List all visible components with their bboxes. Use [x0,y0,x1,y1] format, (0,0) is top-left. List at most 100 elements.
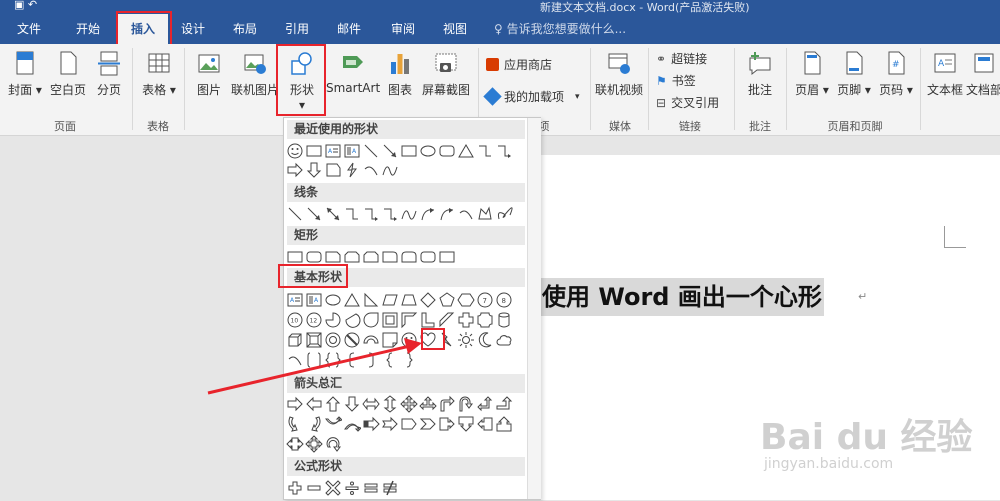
hyperlink-button[interactable]: ⚭ 超链接 [656,50,707,67]
tab-file[interactable]: 文件 [6,14,52,44]
teardrop-shape-icon[interactable] [362,311,380,329]
elbowarrow-shape-icon[interactable] [495,142,513,160]
arc-shape-icon[interactable] [362,161,380,179]
smiley-shape-icon[interactable] [400,331,418,349]
octagon-shape-icon[interactable]: 8 [495,291,513,309]
vtextbox-shape-icon[interactable]: A [343,142,361,160]
pentagon-shape-icon[interactable] [438,291,456,309]
trapezoid-shape-icon[interactable] [400,291,418,309]
can-shape-icon[interactable] [495,311,513,329]
moon-shape-icon[interactable] [476,331,494,349]
stripedright-shape-icon[interactable] [362,415,380,433]
curve-shape-icon[interactable] [400,205,418,223]
hexagon-shape-icon[interactable] [457,291,475,309]
oval-shape-icon[interactable] [324,291,342,309]
app-store-button[interactable]: 应用商店 [486,56,552,73]
tab-mailings[interactable]: 邮件 [326,14,372,44]
frame-shape-icon[interactable] [381,311,399,329]
plaque-shape-icon[interactable] [476,311,494,329]
oval-shape-icon[interactable] [419,142,437,160]
bracepair-shape-icon[interactable] [324,351,342,369]
cover-button[interactable]: 封面 ▾ [6,50,44,98]
curvedleft-shape-icon[interactable] [305,415,323,433]
leftuparrow-shape-icon[interactable] [476,395,494,413]
line-shape-icon[interactable] [286,205,304,223]
diamond-shape-icon[interactable] [419,291,437,309]
arc-shape-icon[interactable] [457,205,475,223]
tab-references[interactable]: 引用 [274,14,320,44]
triangle-shape-icon[interactable] [457,142,475,160]
flowdoc-shape-icon[interactable] [324,161,342,179]
online-picture-button[interactable]: 联机图片 [230,50,280,98]
blockarc-shape-icon[interactable] [362,331,380,349]
lightning-shape-icon[interactable] [343,161,361,179]
arc-shape-icon[interactable] [286,351,304,369]
tab-review[interactable]: 审阅 [380,14,426,44]
donut-shape-icon[interactable] [324,331,342,349]
leftbracket-shape-icon[interactable] [343,351,361,369]
my-addins-button[interactable]: 我的加载项 ▾ [483,87,580,106]
notchedright-shape-icon[interactable] [381,415,399,433]
comment-button[interactable]: 批注 [740,50,780,98]
downarrow-shape-icon[interactable] [305,161,323,179]
document-heading-text[interactable]: 使用 Word 画出一个心形 [540,278,824,316]
dropdown-scrollbar[interactable] [527,118,541,499]
page-number-button[interactable]: # 页码 ▾ [876,50,916,98]
pentagonarrow-shape-icon[interactable] [400,415,418,433]
bentarrow-shape-icon[interactable] [438,395,456,413]
bevel-shape-icon[interactable] [305,331,323,349]
vtextbox-shape-icon[interactable]: A [305,291,323,309]
leftarrow-shape-icon[interactable] [305,395,323,413]
notequal-shape-icon[interactable] [381,479,399,497]
save-icon[interactable]: ▣ ↶ [14,0,37,11]
freeform-shape-icon[interactable] [476,205,494,223]
smartart-button[interactable]: SmartArt [326,50,380,95]
nosymbol-shape-icon[interactable] [343,331,361,349]
rightarrow-shape-icon[interactable] [286,161,304,179]
rightarrow-shape-icon[interactable] [286,395,304,413]
chart-button[interactable]: 图表 [382,50,418,98]
rect-shape-icon[interactable] [305,142,323,160]
elbowarrow-shape-icon[interactable] [362,205,380,223]
cross-shape-icon[interactable] [457,311,475,329]
downarrow-shape-icon[interactable] [343,395,361,413]
lrcallout-shape-icon[interactable] [286,435,304,453]
heptagon-shape-icon[interactable]: 7 [476,291,494,309]
downcallout-shape-icon[interactable] [457,415,475,433]
sun-shape-icon[interactable] [457,331,475,349]
halfframe-shape-icon[interactable] [400,311,418,329]
smiley-shape-icon[interactable] [286,142,304,160]
leftbrace-shape-icon[interactable] [381,351,399,369]
tab-home[interactable]: 开始 [62,14,114,44]
decagon-shape-icon[interactable]: 10 [286,311,304,329]
curve-shape-icon[interactable] [381,161,399,179]
cross-reference-button[interactable]: ⊟ 交叉引用 [656,94,719,111]
cloud-shape-icon[interactable] [495,331,513,349]
rightcallout-shape-icon[interactable] [438,415,456,433]
rightbracket-shape-icon[interactable] [362,351,380,369]
curvearrow-shape-icon[interactable] [438,205,456,223]
quadarrow-shape-icon[interactable] [400,395,418,413]
arrowline-shape-icon[interactable] [381,142,399,160]
bentuparrow-shape-icon[interactable] [495,395,513,413]
table-button[interactable]: 表格 ▾ [140,50,178,98]
tab-design[interactable]: 设计 [170,14,216,44]
uturn-shape-icon[interactable] [457,395,475,413]
bracketpair-shape-icon[interactable] [305,351,323,369]
quadcallout-shape-icon[interactable] [305,435,323,453]
elbow-shape-icon[interactable] [476,142,494,160]
page-break-button[interactable]: 分页 [92,50,126,98]
pie-shape-icon[interactable] [324,311,342,329]
round1-shape-icon[interactable] [381,248,399,266]
picture-button[interactable]: 图片 [190,50,228,98]
screenshot-button[interactable]: 屏幕截图 [420,50,472,98]
uparrow-shape-icon[interactable] [324,395,342,413]
curveddown-shape-icon[interactable] [343,415,362,433]
equal-shape-icon[interactable] [362,479,380,497]
darrowline-shape-icon[interactable] [324,205,342,223]
diagstripe-shape-icon[interactable] [438,311,456,329]
dodecagon-shape-icon[interactable]: 12 [305,311,323,329]
chevron-shape-icon[interactable] [419,415,437,433]
online-video-button[interactable]: 联机视频 [594,50,644,98]
curvedright-shape-icon[interactable] [286,415,304,433]
